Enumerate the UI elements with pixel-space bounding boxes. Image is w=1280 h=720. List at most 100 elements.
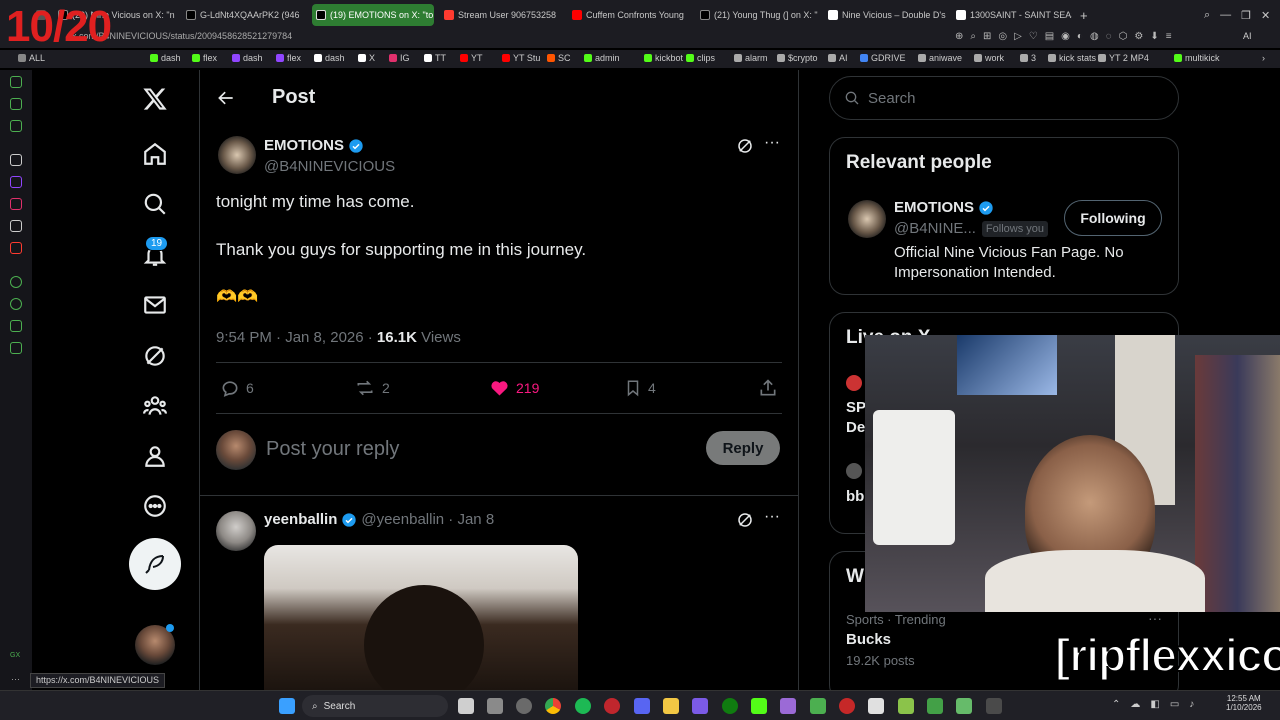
bookmark-item[interactable]: ALL xyxy=(18,53,45,63)
bookmark-action[interactable]: 4 xyxy=(624,378,656,398)
app-icon[interactable] xyxy=(868,698,884,714)
close-icon[interactable]: ✕ xyxy=(1261,9,1270,22)
bookmark-item[interactable]: clips xyxy=(686,53,715,63)
app-icon[interactable] xyxy=(956,698,972,714)
clock[interactable]: 12:55 AM 1/10/2026 xyxy=(1226,694,1262,712)
clock-icon[interactable] xyxy=(10,298,22,310)
chrome-icon[interactable] xyxy=(545,698,561,714)
x-logo-icon[interactable] xyxy=(140,84,170,114)
person-name-row[interactable]: EMOTIONS xyxy=(894,199,994,216)
live-host-avatar[interactable] xyxy=(846,463,862,479)
bookmark-item[interactable]: kickbot xyxy=(644,53,683,63)
reply-author-name[interactable]: yeenballin xyxy=(264,511,337,528)
extension-icons[interactable]: ⊕⌕⊞◎▷♡▤◉◐◍◌⬡⚙⬇≡ xyxy=(955,31,1179,42)
bookmark-item[interactable]: YT Stu xyxy=(502,53,540,63)
post-timestamp[interactable]: 9:54 PM · Jan 8, 2026 · xyxy=(216,329,377,346)
live-item-subtitle[interactable]: De xyxy=(846,419,865,436)
app-icon[interactable] xyxy=(927,698,943,714)
repost-action[interactable]: 2 xyxy=(354,378,390,398)
grok-explain-icon[interactable] xyxy=(736,511,754,529)
reply-button[interactable]: Reply xyxy=(706,431,780,465)
more-options-icon[interactable]: ··· xyxy=(764,508,780,526)
sidebar-app-icon[interactable] xyxy=(10,120,22,132)
reply-author-row[interactable]: yeenballin @yeenballin · Jan 8 xyxy=(264,511,494,528)
tab-double-ds[interactable]: Nine Vicious – Double D's xyxy=(828,4,946,26)
minimize-icon[interactable]: — xyxy=(1220,9,1231,21)
tab-stream-user[interactable]: Stream User 906753258 xyxy=(444,4,562,26)
search-icon[interactable]: ⌕ xyxy=(1204,9,1210,22)
app-icon[interactable] xyxy=(986,698,1002,714)
bookmark-item[interactable]: 3 xyxy=(1020,53,1036,63)
reply-action[interactable]: 6 xyxy=(220,378,254,398)
new-tab-button[interactable]: + xyxy=(1080,4,1092,26)
tab-emotions-active[interactable]: (19) EMOTIONS on X: "to xyxy=(312,4,434,26)
opera-gx-icon[interactable] xyxy=(604,698,620,714)
bookmark-item[interactable]: YT xyxy=(460,53,483,63)
author-handle[interactable]: @B4NINEVICIOUS xyxy=(264,158,395,175)
bookmark-item[interactable]: dash xyxy=(314,53,345,63)
taskbar-search[interactable]: ⌕ Search xyxy=(302,695,448,717)
app-icon[interactable] xyxy=(516,698,532,714)
app-icon[interactable] xyxy=(839,698,855,714)
notifications-bell-icon[interactable]: 19 xyxy=(140,236,170,270)
grok-icon[interactable] xyxy=(140,341,170,371)
sidebar-app-icon[interactable] xyxy=(10,76,22,88)
trend-name[interactable]: Bucks xyxy=(846,631,891,648)
tab-cuffem[interactable]: Cuffem Confronts Young xyxy=(572,4,690,26)
chatgpt-icon[interactable] xyxy=(10,154,22,166)
play-icon[interactable] xyxy=(10,276,22,288)
bookmark-item[interactable]: flex xyxy=(276,53,301,63)
extensions-icon[interactable] xyxy=(10,320,22,332)
profile-icon[interactable] xyxy=(140,441,170,471)
person-avatar[interactable] xyxy=(848,200,886,238)
reply-input[interactable]: Post your reply xyxy=(266,438,399,461)
tab-image[interactable]: G-LdNt4XQAArPK2 (946 xyxy=(186,4,302,26)
author-name-row[interactable]: EMOTIONS xyxy=(264,137,364,154)
live-item-title[interactable]: SP xyxy=(846,399,866,416)
maximize-icon[interactable]: ❐ xyxy=(1241,9,1251,22)
notepad-icon[interactable] xyxy=(898,698,914,714)
back-arrow-icon[interactable] xyxy=(216,88,236,108)
more-options-icon[interactable]: ··· xyxy=(764,134,780,152)
bookmark-item[interactable]: SC xyxy=(547,53,571,63)
app-icon[interactable] xyxy=(10,242,22,254)
bookmark-item[interactable]: X xyxy=(358,53,375,63)
person-handle[interactable]: @B4NINE... xyxy=(894,220,976,237)
bookmark-item[interactable]: alarm xyxy=(734,53,768,63)
grok-explain-icon[interactable] xyxy=(736,137,754,155)
share-action[interactable] xyxy=(758,378,778,398)
communities-icon[interactable] xyxy=(140,391,170,421)
trend-more-icon[interactable]: ··· xyxy=(1148,610,1162,626)
bookmark-item[interactable]: AI xyxy=(828,53,848,63)
bookmark-item[interactable]: work xyxy=(974,53,1004,63)
search-box[interactable]: Search xyxy=(829,76,1179,120)
bookmark-item[interactable]: GDRIVE xyxy=(860,53,906,63)
bookmark-item[interactable]: dash xyxy=(150,53,181,63)
settings-icon[interactable] xyxy=(10,342,22,354)
like-action[interactable]: 219 xyxy=(489,378,539,398)
bookmark-item[interactable]: admin xyxy=(584,53,620,63)
search-placeholder[interactable]: Search xyxy=(868,90,916,107)
app-icon[interactable] xyxy=(487,698,503,714)
xbox-icon[interactable] xyxy=(722,698,738,714)
discord-icon[interactable] xyxy=(634,698,650,714)
messages-envelope-icon[interactable] xyxy=(140,290,170,320)
ai-icon[interactable]: AI xyxy=(1243,31,1252,41)
more-circle-icon[interactable] xyxy=(140,491,170,521)
bookmark-item[interactable]: $crypto xyxy=(777,53,818,63)
gx-icon[interactable]: GX xyxy=(10,652,20,659)
home-icon[interactable] xyxy=(140,139,170,169)
system-tray-icons[interactable]: ⌃☁◧▭♪ xyxy=(1112,699,1204,710)
bookmark-item[interactable]: flex xyxy=(192,53,217,63)
app-icon[interactable] xyxy=(751,698,767,714)
live-item-title[interactable]: bb xyxy=(846,488,864,505)
reply-media-image[interactable] xyxy=(264,545,578,690)
bookmarks-overflow-icon[interactable]: › xyxy=(1262,53,1265,63)
following-button[interactable]: Following xyxy=(1064,200,1162,236)
tab-young-thug[interactable]: (21) Young Thug (] on X: " xyxy=(700,4,818,26)
bookmark-item[interactable]: dash xyxy=(232,53,263,63)
instagram-icon[interactable] xyxy=(10,198,22,210)
bookmark-item[interactable]: multikick xyxy=(1174,53,1220,63)
address-bar[interactable]: x.com/B4NINEVICIOUS/status/2009458628521… xyxy=(0,28,1280,48)
twitch-icon[interactable] xyxy=(10,176,22,188)
